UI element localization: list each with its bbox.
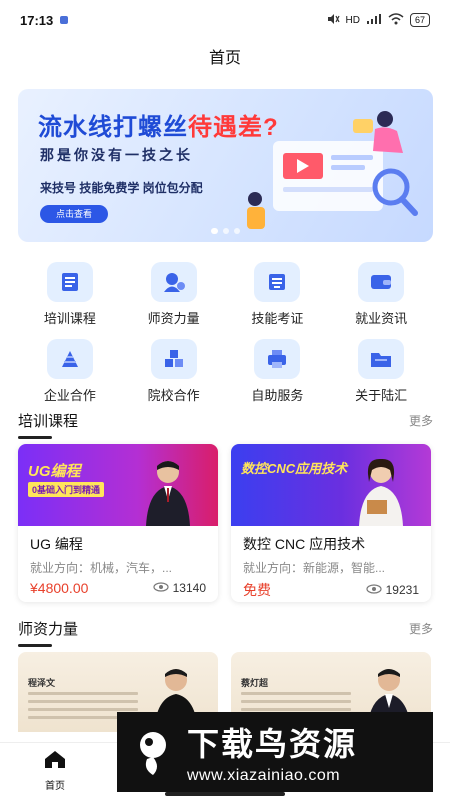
teacher-icon [150, 262, 197, 302]
banner-dot[interactable] [211, 228, 218, 234]
menu-label: 培训课程 [43, 311, 96, 326]
banner-illustration [247, 111, 418, 229]
banner-dot[interactable] [223, 228, 229, 234]
banner-pagination [18, 228, 433, 234]
menu-item-employment-news[interactable]: 就业资讯 [329, 262, 433, 327]
course-price: ¥4800.00 [30, 580, 89, 596]
app-notification-icon [59, 13, 69, 28]
teachers-section-title: 师资力量 [18, 618, 78, 647]
nav-home[interactable]: 首页 [32, 749, 78, 792]
menu-label: 院校合作 [147, 388, 200, 403]
banner-title-prefix: 流水线打螺丝 [38, 114, 188, 141]
course-thumbnail-title: UG编程 [28, 463, 81, 480]
menu-label: 企业合作 [43, 388, 96, 403]
watermark-overlay: 下载鸟资源 www.xiazainiao.com [117, 712, 433, 792]
course-views-count: 19231 [385, 583, 419, 597]
mute-icon [326, 13, 340, 28]
certificate-icon [254, 262, 301, 302]
printer-icon [254, 339, 301, 379]
course-thumbnail-subtitle: 0基础入门到精通 [28, 482, 105, 497]
home-icon [43, 749, 67, 774]
promo-banner[interactable]: 流水线打螺丝待遇差? 那是你没有一技之长 来技号 技能免费学 岗位包分配 点击查… [18, 89, 433, 242]
course-views-count: 13140 [172, 581, 206, 595]
home-indicator [165, 792, 285, 796]
menu-label: 技能考证 [251, 311, 304, 326]
status-time: 17:13 [20, 12, 54, 28]
menu-item-teachers[interactable]: 师资力量 [122, 262, 226, 327]
teachers-section-header: 师资力量 更多 [18, 618, 433, 647]
course-description: 就业方向：机械，汽车，... [30, 561, 173, 575]
teacher-name: 蔡灯超 [241, 678, 269, 688]
page-title: 首页 [208, 50, 241, 67]
nav-home-label: 首页 [45, 781, 65, 792]
wifi-icon [388, 12, 404, 28]
eye-icon [153, 581, 169, 595]
menu-item-enterprise-cooperation[interactable]: 企业合作 [18, 339, 122, 404]
course-card-ug[interactable]: UG编程 0基础入门到精通 UG 编程 就业方向：机械，汽车，... ¥4800… [18, 444, 218, 602]
menu-label: 自助服务 [251, 388, 304, 403]
pyramid-icon [46, 339, 93, 379]
banner-subtitle: 那是你没有一技之长 [40, 147, 193, 163]
menu-item-self-service[interactable]: 自助服务 [226, 339, 330, 404]
signal-icon [366, 13, 382, 28]
courses-section-header: 培训课程 更多 [18, 410, 433, 439]
course-title: UG 编程 [30, 536, 83, 552]
course-description: 就业方向：新能源，智能... [243, 561, 386, 575]
folder-icon [358, 339, 405, 379]
menu-label: 关于陆汇 [355, 388, 408, 403]
banner-dot[interactable] [234, 228, 240, 234]
course-views: 13140 [153, 581, 206, 595]
watermark-url: www.xiazainiao.com [187, 767, 341, 784]
menu-item-skill-certification[interactable]: 技能考证 [226, 262, 330, 327]
menu-label: 就业资讯 [355, 311, 408, 326]
banner-view-button[interactable]: 点击查看 [40, 205, 108, 223]
book-icon [46, 262, 93, 302]
banner-tagline: 来技号 技能免费学 岗位包分配 [40, 181, 203, 195]
status-bar: 17:13 HD 67 [0, 0, 450, 40]
course-card-cnc[interactable]: 数控CNC应用技术 数控 CNC 应用技术 就业方向：新能源，智能... 免费 … [231, 444, 431, 602]
courses-section-title: 培训课程 [18, 410, 78, 439]
teacher-name: 程泽文 [28, 678, 56, 688]
menu-item-training-courses[interactable]: 培训课程 [18, 262, 122, 327]
hd-label: HD [345, 14, 360, 26]
instructor-photo [359, 458, 403, 526]
menu-item-school-cooperation[interactable]: 院校合作 [122, 339, 226, 404]
watermark-logo [140, 732, 166, 775]
cubes-icon [150, 339, 197, 379]
course-title: 数控 CNC 应用技术 [243, 536, 366, 552]
course-thumbnail: UG编程 0基础入门到精通 [18, 444, 218, 526]
feature-menu: 培训课程 师资力量 技能考证 就业资讯 企业合作 院校合作 自助服务 关于陆汇 [18, 262, 433, 404]
courses-more-link[interactable]: 更多 [409, 412, 433, 429]
course-thumbnail: 数控CNC应用技术 [231, 444, 431, 526]
menu-item-about[interactable]: 关于陆汇 [329, 339, 433, 404]
wallet-icon [358, 262, 405, 302]
eye-icon [366, 583, 382, 597]
menu-label: 师资力量 [147, 311, 200, 326]
battery-indicator: 67 [409, 13, 430, 27]
course-views: 19231 [366, 583, 419, 597]
instructor-photo [146, 461, 190, 526]
teachers-more-link[interactable]: 更多 [409, 620, 433, 637]
course-thumbnail-title: 数控CNC应用技术 [241, 461, 348, 476]
watermark-title: 下载鸟资源 [187, 726, 358, 762]
course-price: 免费 [243, 582, 271, 598]
